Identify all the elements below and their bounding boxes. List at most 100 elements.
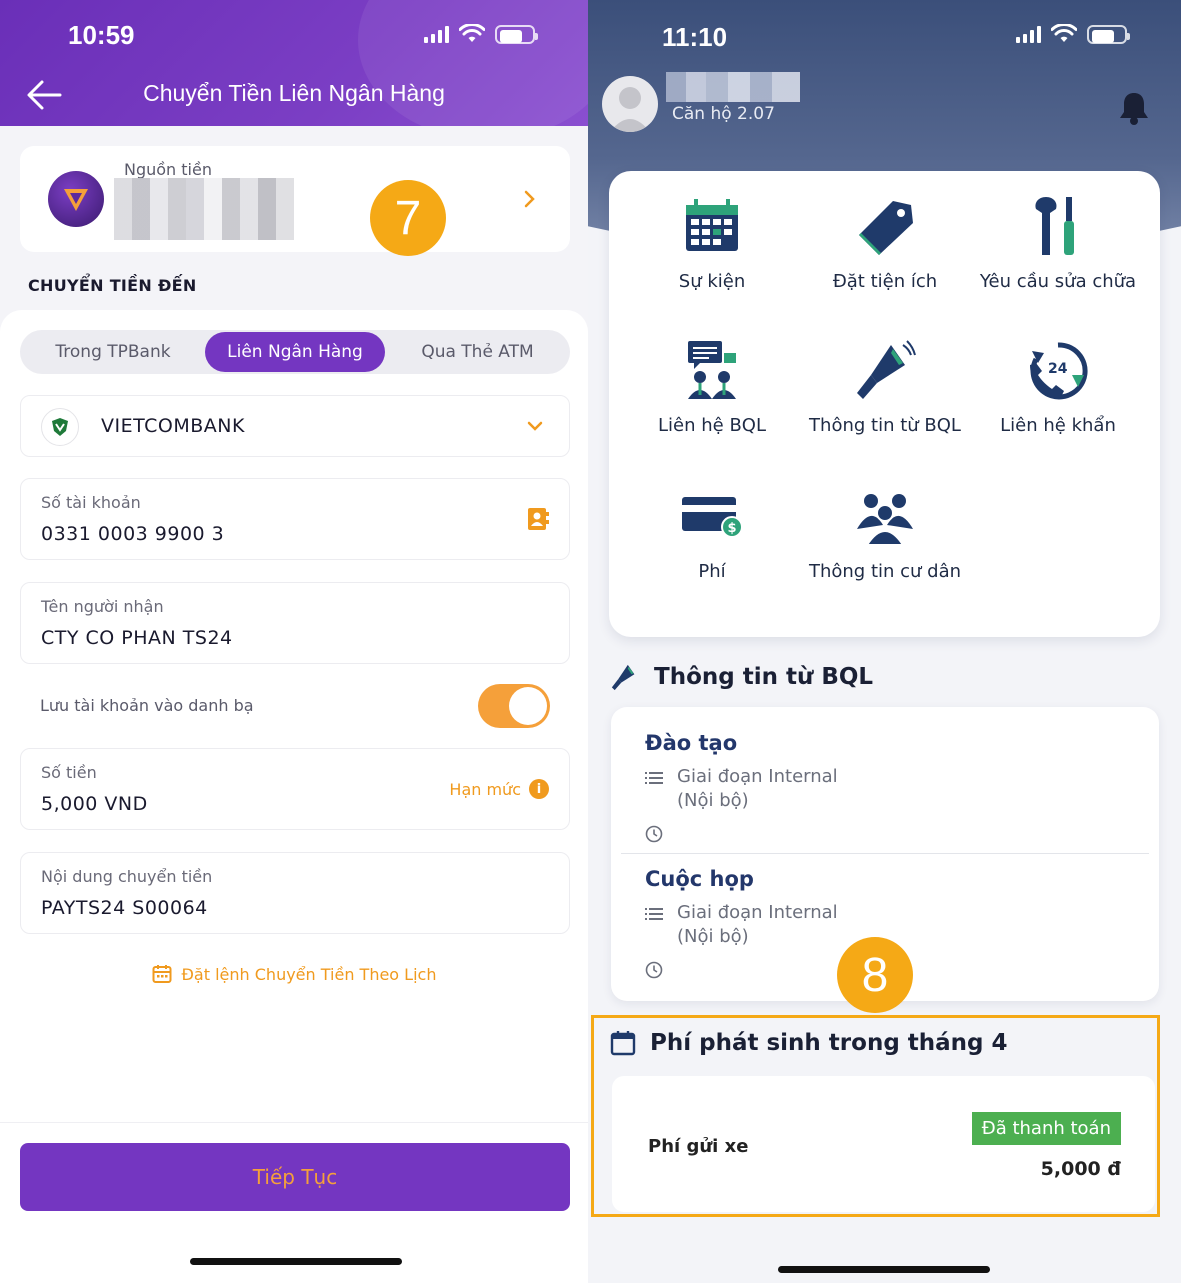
calendar-icon [152,965,172,983]
home-indicator[interactable] [190,1258,402,1265]
limit-link[interactable]: Hạn mức i [449,779,549,799]
battery-icon [495,24,538,44]
tab-trong-tpbank[interactable]: Trong TPBank [20,330,206,374]
fees-section-title: Phí phát sinh trong tháng 4 [650,1030,1008,1056]
feature-label: Đặt tiện ích [832,271,938,292]
save-contact-label: Lưu tài khoản vào danh bạ [40,696,254,715]
bank-select[interactable]: VIETCOMBANK [20,395,570,457]
news-section-header: Thông tin từ BQL [610,662,873,692]
feature-grid-card: Sự kiện Đặt tiện ích Yêu cầu sửa chữa Li… [609,171,1160,637]
feature-phi[interactable]: $ Phí [625,485,799,584]
step-badge: 8 [837,937,913,1013]
amount-label: Số tiền [41,763,97,782]
apartment-label: Căn hộ 2.07 [672,104,775,124]
continue-button[interactable]: Tiếp Tục [20,1143,570,1211]
status-icons [424,24,538,44]
feature-dat-tien-ich[interactable]: Đặt tiện ích [798,195,972,294]
news-item-meta: Giai đoạn Internal (Nội bộ) [645,901,867,949]
feature-thong-tin-tu-bql[interactable]: Thông tin từ BQL [798,339,972,438]
feature-label: Phí [698,561,726,582]
list-icon [645,772,663,784]
feature-yeu-cau-sua-chua[interactable]: Yêu cầu sửa chữa [971,195,1145,294]
meeting-icon [688,341,736,399]
wifi-icon [459,24,485,42]
signal-icon [424,25,449,43]
calendar-icon [610,1031,636,1056]
source-label: Nguồn tiền [124,160,212,179]
schedule-transfer-label: Đặt lệnh Chuyển Tiền Theo Lịch [181,964,437,984]
recipient-name-field[interactable]: Tên người nhận CTY CO PHAN TS24 [20,582,570,664]
news-item-stage: Giai đoạn Internal (Nội bộ) [677,766,838,811]
feature-label: Liên hệ khẩn [1000,415,1116,436]
feature-lien-he-khan[interactable]: 24 Liên hệ khẩn [971,339,1145,438]
toggle-knob [509,687,547,725]
clock-icon [645,825,663,843]
transfer-content-label: Nội dung chuyển tiền [41,867,213,886]
clock-icon [645,961,663,979]
recipient-name-value: CTY CO PHAN TS24 [41,627,233,649]
status-time: 10:59 [68,20,135,50]
feature-lien-he-bql[interactable]: Liên hệ BQL [625,339,799,438]
transfer-content-value: PAYTS24 S00064 [41,897,208,919]
transfer-content-field[interactable]: Nội dung chuyển tiền PAYTS24 S00064 [20,852,570,934]
source-account-card[interactable]: Nguồn tiền [20,146,570,252]
phone-24-icon: 24 [1030,342,1088,400]
masked-user-name [666,72,800,102]
tab-qua-the-atm[interactable]: Qua Thẻ ATM [385,330,570,374]
fee-amount: 5,000 đ [1040,1158,1121,1180]
fee-name: Phí gửi xe [648,1136,749,1157]
feature-thong-tin-cu-dan[interactable]: Thông tin cư dân [798,485,972,584]
recipient-name-label: Tên người nhận [41,597,164,616]
schedule-transfer-link[interactable]: Đặt lệnh Chuyển Tiền Theo Lịch [0,964,588,984]
right-phone-screen: 11:10 Căn hộ 2.07 Sự kiện Đặt tiện ích Y… [588,0,1181,1283]
left-phone-screen: 10:59 Chuyển Tiền Liên Ngân Hàng Nguồn t… [0,0,588,1283]
tpbank-logo [48,171,104,227]
feature-su-kien[interactable]: Sự kiện [625,195,799,294]
page-title: Chuyển Tiền Liên Ngân Hàng [143,80,445,106]
bell-icon[interactable] [1118,90,1150,126]
news-item-title[interactable]: Đào tạo [645,731,737,755]
feature-label: Thông tin từ BQL [809,415,961,436]
svg-text:$: $ [728,521,737,536]
info-icon: i [529,779,549,799]
status-time: 11:10 [662,22,728,52]
account-number-field[interactable]: Số tài khoản 0331 0003 9900 3 [20,478,570,560]
masked-account-info [114,178,294,240]
chevron-right-icon [524,190,535,208]
home-indicator[interactable] [778,1266,990,1273]
tag-icon [859,201,913,255]
feature-label: Sự kiện [678,271,746,292]
account-number-value: 0331 0003 9900 3 [41,523,225,545]
chevron-down-icon [527,421,543,431]
status-icons [1016,24,1130,44]
residents-icon [857,494,913,546]
avatar[interactable] [602,76,658,132]
bank-name: VIETCOMBANK [101,415,245,437]
news-section-title: Thông tin từ BQL [654,664,874,690]
wifi-icon [1051,24,1077,42]
contacts-book-icon[interactable] [527,507,549,531]
megaphone-icon [611,664,635,691]
news-item-meta: Giai đoạn Internal (Nội bộ) [645,765,867,813]
section-label: CHUYỂN TIỀN ĐẾN [28,276,197,295]
transfer-type-tabs: Trong TPBank Liên Ngân Hàng Qua Thẻ ATM [20,330,570,374]
calendar-icon [686,199,738,251]
fee-card[interactable]: Phí gửi xe Đã thanh toán 5,000 đ [612,1076,1155,1212]
limit-label: Hạn mức [449,779,521,799]
svg-text:24: 24 [1048,361,1068,377]
divider [621,853,1149,854]
news-item-title[interactable]: Cuộc họp [645,867,754,891]
app-header [0,0,588,140]
battery-icon [1087,24,1130,44]
list-icon [645,908,663,920]
account-number-label: Số tài khoản [41,493,141,512]
signal-icon [1016,25,1041,43]
tab-lien-ngan-hang[interactable]: Liên Ngân Hàng [205,332,385,372]
status-badge: Đã thanh toán [971,1112,1121,1145]
tools-icon [1035,197,1074,255]
amount-field[interactable]: Số tiền 5,000 VND Hạn mức i [20,748,570,830]
amount-value: 5,000 VND [41,793,148,815]
step-badge: 7 [370,180,446,256]
save-contact-toggle[interactable] [478,684,550,728]
megaphone-icon [857,340,916,399]
